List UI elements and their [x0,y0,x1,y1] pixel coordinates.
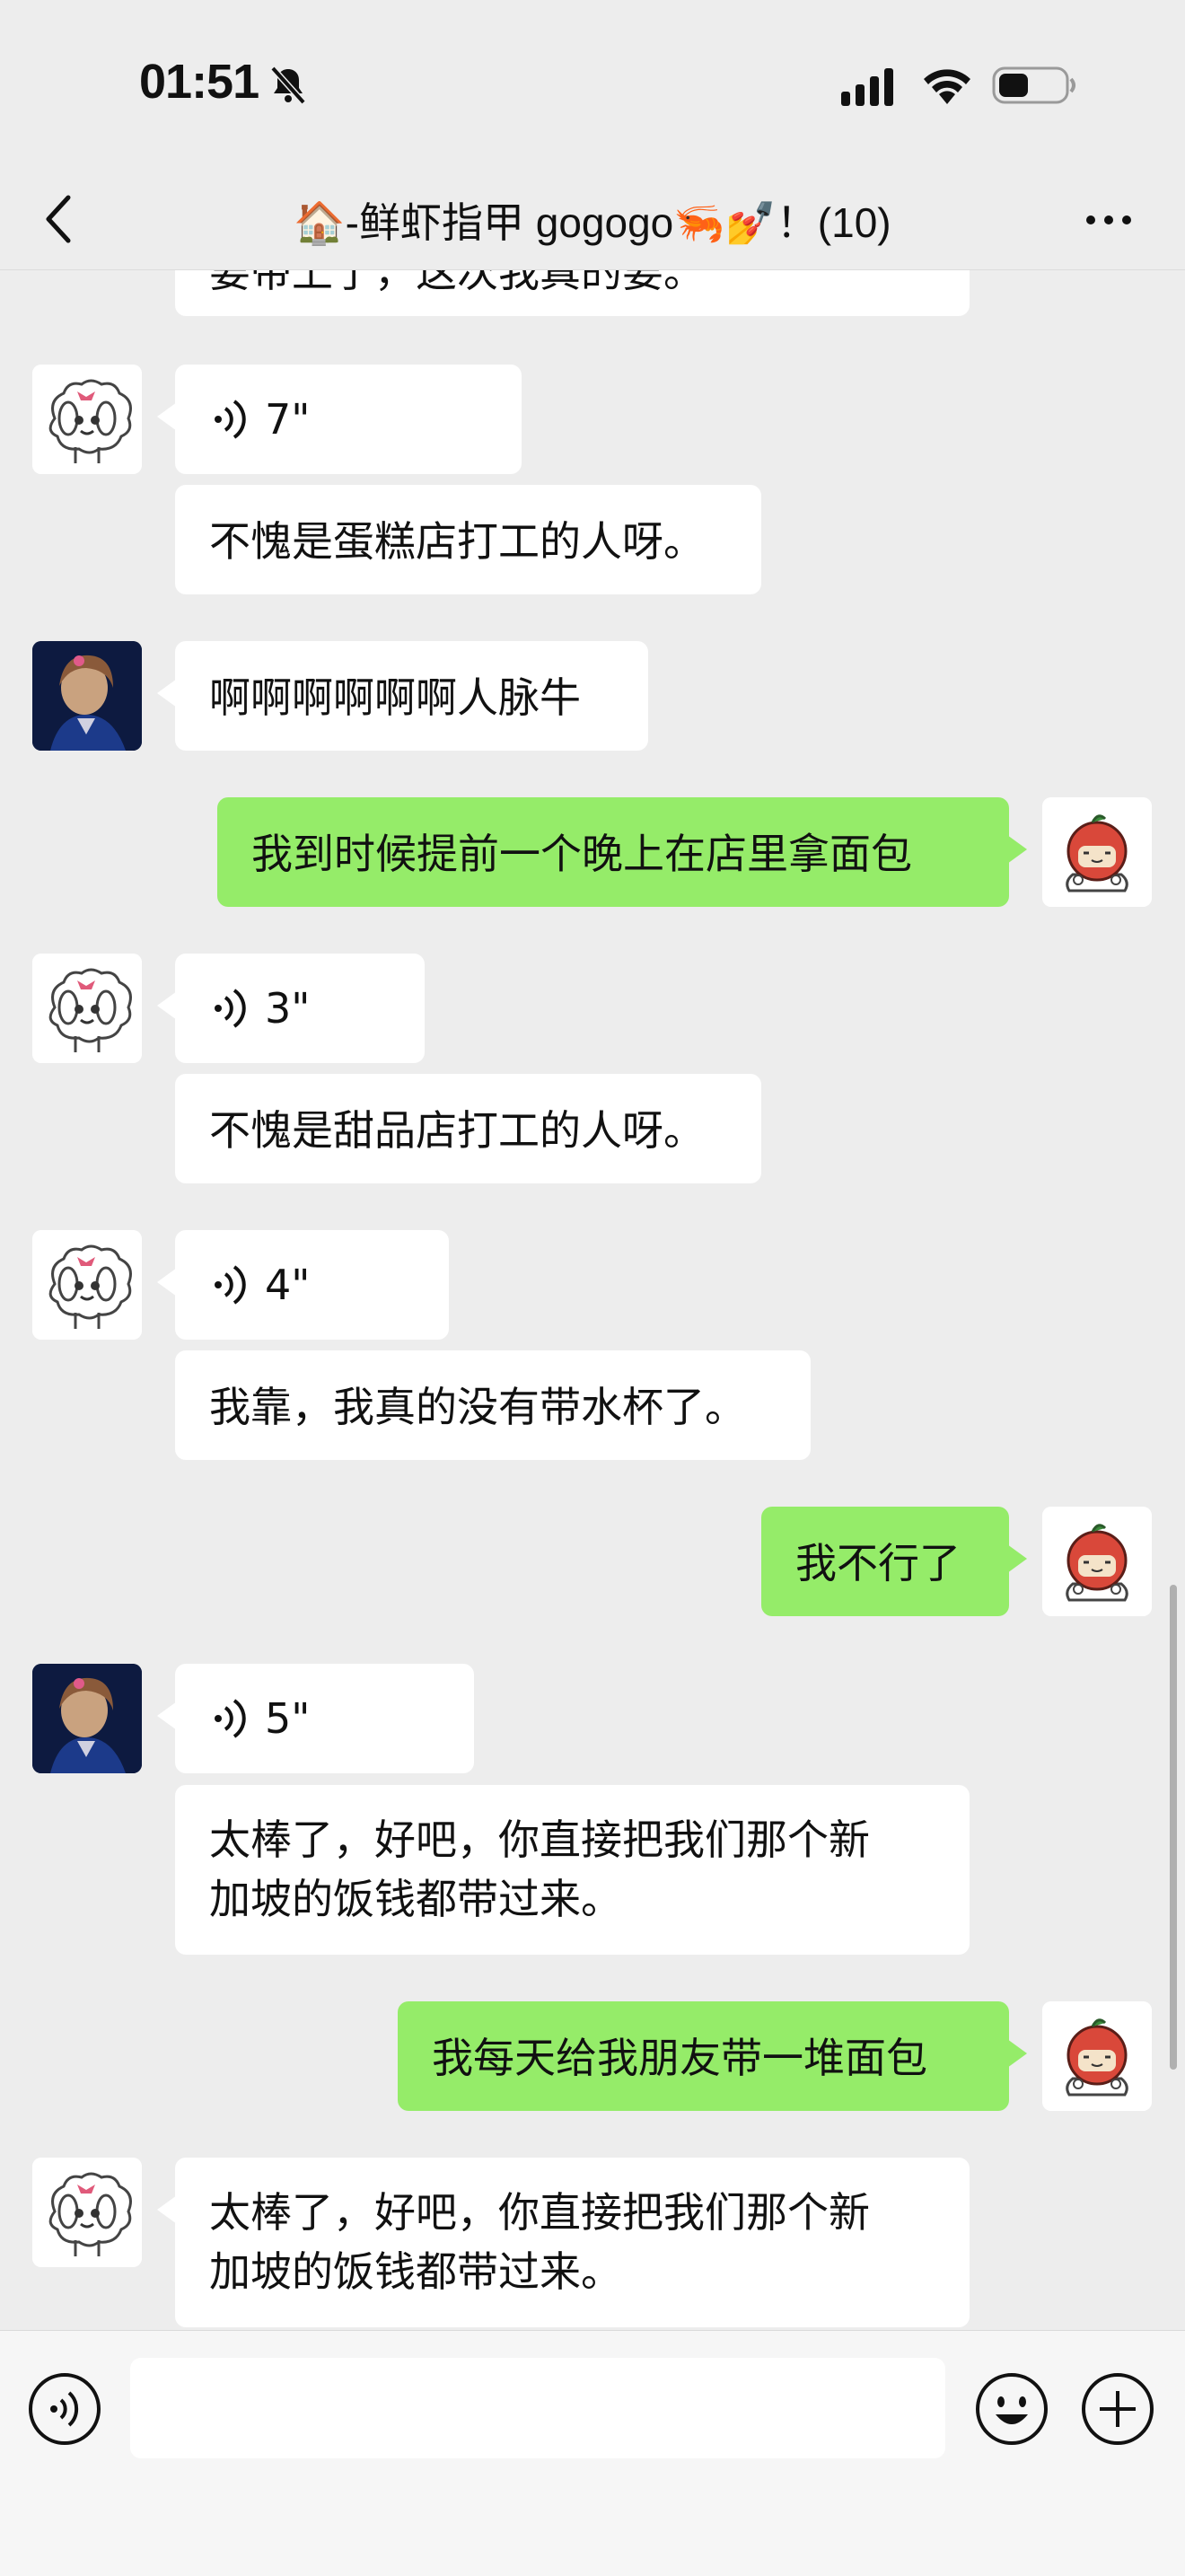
message-text-line: 加坡的饭钱都带过来。 [209,1875,622,1923]
my-avatar[interactable] [1042,1507,1152,1616]
voice-duration: 7" [265,395,311,444]
status-bar: 01:51 [0,0,1185,171]
nav-bar: 🏠-鲜虾指甲 gogogo🦐💅！(10) [0,171,1185,270]
more-options-icon[interactable] [1082,202,1136,238]
input-bar [0,2330,1185,2576]
avatar-photo[interactable] [32,1664,142,1773]
plus-icon[interactable] [1080,2371,1155,2447]
status-time: 01:51 [139,55,259,109]
voice-input-icon[interactable] [27,2371,102,2447]
scrollbar[interactable] [1170,1585,1177,2070]
tomato-cat-avatar-icon [1042,2001,1152,2111]
message-bubble[interactable]: 太棒了，好吧，你直接把我们那个新 加坡的饭钱都带过来。 [175,1785,970,1955]
message-text: 我到时候提前一个晚上在店里拿面包 [251,830,912,878]
voice-message[interactable]: 3" [157,954,425,1063]
profile-photo-icon [32,641,142,751]
message-text: 要带上了，这次我真的要。 [209,269,705,296]
voice-message[interactable]: 7" [157,365,522,474]
voice-duration: 3" [265,984,311,1033]
chat-title: 🏠-鲜虾指甲 gogogo🦐💅！(10) [294,199,891,246]
my-avatar[interactable] [1042,797,1152,907]
message-text-line: 太棒了，好吧，你直接把我们那个新 [209,2188,870,2237]
message-text: 我每天给我朋友带一堆面包 [432,2034,927,2082]
wifi-icon [924,69,970,104]
back-arrow-icon[interactable] [36,185,90,253]
message-bubble[interactable]: 要带上了，这次我真的要。 [175,269,970,316]
chat-title-wrap[interactable]: 🏠-鲜虾指甲 gogogo🦐💅！(10) [233,171,952,269]
message-text: 不愧是甜品店打工的人呀。 [209,1106,705,1155]
my-message-bubble[interactable]: 我到时候提前一个晚上在店里拿面包 [217,797,1027,907]
voice-message[interactable]: 4" [157,1230,449,1340]
my-message-bubble[interactable]: 我每天给我朋友带一堆面包 [398,2001,1027,2111]
message-text: 啊啊啊啊啊啊人脉牛 [209,673,581,722]
sheep-avatar-icon [32,954,142,1063]
my-message-bubble[interactable]: 我不行了 [761,1507,1027,1616]
message-input[interactable] [130,2358,945,2458]
voice-wave-icon [215,400,246,439]
my-avatar[interactable] [1042,2001,1152,2111]
bell-muted-icon [270,66,306,105]
message-bubble[interactable]: 啊啊啊啊啊啊人脉牛 [157,641,648,751]
emoji-icon[interactable] [974,2371,1049,2447]
chat-message-list[interactable]: 要带上了，这次我真的要。 7" 不愧是蛋糕店打工的人呀。 啊啊啊啊啊啊人脉牛 我… [0,269,1185,2330]
message-bubble[interactable]: 我靠，我真的没有带水杯了。 [175,1350,811,1460]
tomato-cat-avatar-icon [1042,797,1152,907]
avatar-sheep[interactable] [32,954,142,1063]
message-bubble[interactable]: 不愧是蛋糕店打工的人呀。 [175,485,761,594]
message-text: 不愧是蛋糕店打工的人呀。 [209,517,705,566]
avatar-sheep[interactable] [32,2158,142,2267]
voice-duration: 4" [265,1261,311,1309]
avatar-sheep[interactable] [32,365,142,474]
tomato-cat-avatar-icon [1042,1507,1152,1616]
message-text-line: 太棒了，好吧，你直接把我们那个新 [209,1816,870,1864]
avatar-photo[interactable] [32,641,142,751]
message-bubble[interactable]: 不愧是甜品店打工的人呀。 [175,1074,761,1183]
sheep-avatar-icon [32,365,142,474]
sheep-avatar-icon [32,1230,142,1340]
voice-message[interactable]: 5" [157,1664,474,1773]
message-text-line: 加坡的饭钱都带过来。 [209,2247,622,2296]
voice-wave-icon [215,989,246,1028]
message-text: 我不行了 [795,1539,961,1587]
voice-wave-icon [215,1265,246,1305]
voice-wave-icon [215,1699,246,1738]
message-bubble[interactable]: 太棒了，好吧，你直接把我们那个新 加坡的饭钱都带过来。 [157,2158,970,2327]
avatar-sheep[interactable] [32,1230,142,1340]
profile-photo-icon [32,1664,142,1773]
sheep-avatar-icon [32,2158,142,2267]
message-text: 我靠，我真的没有带水杯了。 [209,1383,746,1431]
voice-duration: 5" [265,1694,311,1743]
battery-icon [992,66,1075,104]
cellular-signal-icon [841,68,893,106]
